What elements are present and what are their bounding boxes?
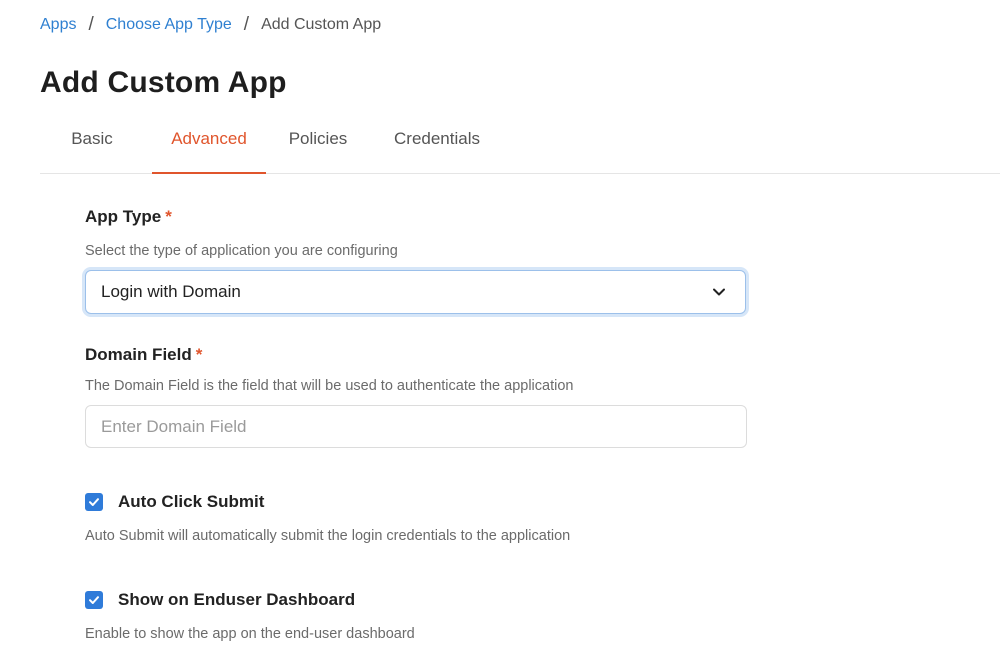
breadcrumb-current: Add Custom App — [261, 16, 382, 33]
checkmark-icon — [89, 596, 99, 604]
show-on-dashboard-label: Show on Enduser Dashboard — [118, 590, 356, 609]
tab-bar: Basic Advanced Policies Credentials — [40, 118, 1000, 174]
app-type-selected-value: Login with Domain — [101, 282, 241, 301]
tab-credentials[interactable]: Credentials — [380, 118, 494, 174]
breadcrumb-separator: / — [88, 14, 94, 35]
breadcrumb: Apps / Choose App Type / Add Custom App — [40, 15, 381, 35]
breadcrumb-separator: / — [243, 14, 250, 35]
domain-field-label: Domain Field * — [85, 345, 202, 365]
chevron-down-icon — [713, 288, 725, 296]
auto-click-submit-toggle[interactable]: Auto Click Submit — [85, 492, 264, 512]
tab-basic[interactable]: Basic — [52, 118, 132, 174]
app-type-label-text: App Type — [85, 207, 162, 226]
breadcrumb-link-choose-app-type[interactable]: Choose App Type — [106, 16, 232, 34]
show-on-dashboard-checkbox[interactable] — [85, 591, 103, 609]
show-on-dashboard-help: Enable to show the app on the end-user d… — [85, 626, 415, 642]
auto-click-submit-checkbox[interactable] — [85, 493, 103, 511]
breadcrumb-link-apps[interactable]: Apps — [40, 16, 76, 34]
required-marker: * — [195, 345, 203, 364]
domain-field-label-text: Domain Field — [85, 345, 192, 364]
required-marker: * — [165, 207, 172, 226]
page-title: Add Custom App — [40, 66, 287, 99]
app-type-help: Select the type of application you are c… — [85, 243, 398, 259]
tab-advanced[interactable]: Advanced — [152, 118, 266, 174]
domain-field-input[interactable] — [85, 405, 747, 448]
domain-field-help: The Domain Field is the field that will … — [85, 378, 574, 394]
auto-click-submit-help: Auto Submit will automatically submit th… — [85, 528, 571, 544]
checkmark-icon — [89, 498, 99, 506]
tab-policies[interactable]: Policies — [276, 118, 360, 174]
app-type-select[interactable]: Login with Domain — [85, 270, 746, 314]
app-type-label: App Type * — [85, 207, 172, 227]
auto-click-submit-label: Auto Click Submit — [118, 492, 265, 511]
show-on-dashboard-toggle[interactable]: Show on Enduser Dashboard — [85, 590, 355, 610]
